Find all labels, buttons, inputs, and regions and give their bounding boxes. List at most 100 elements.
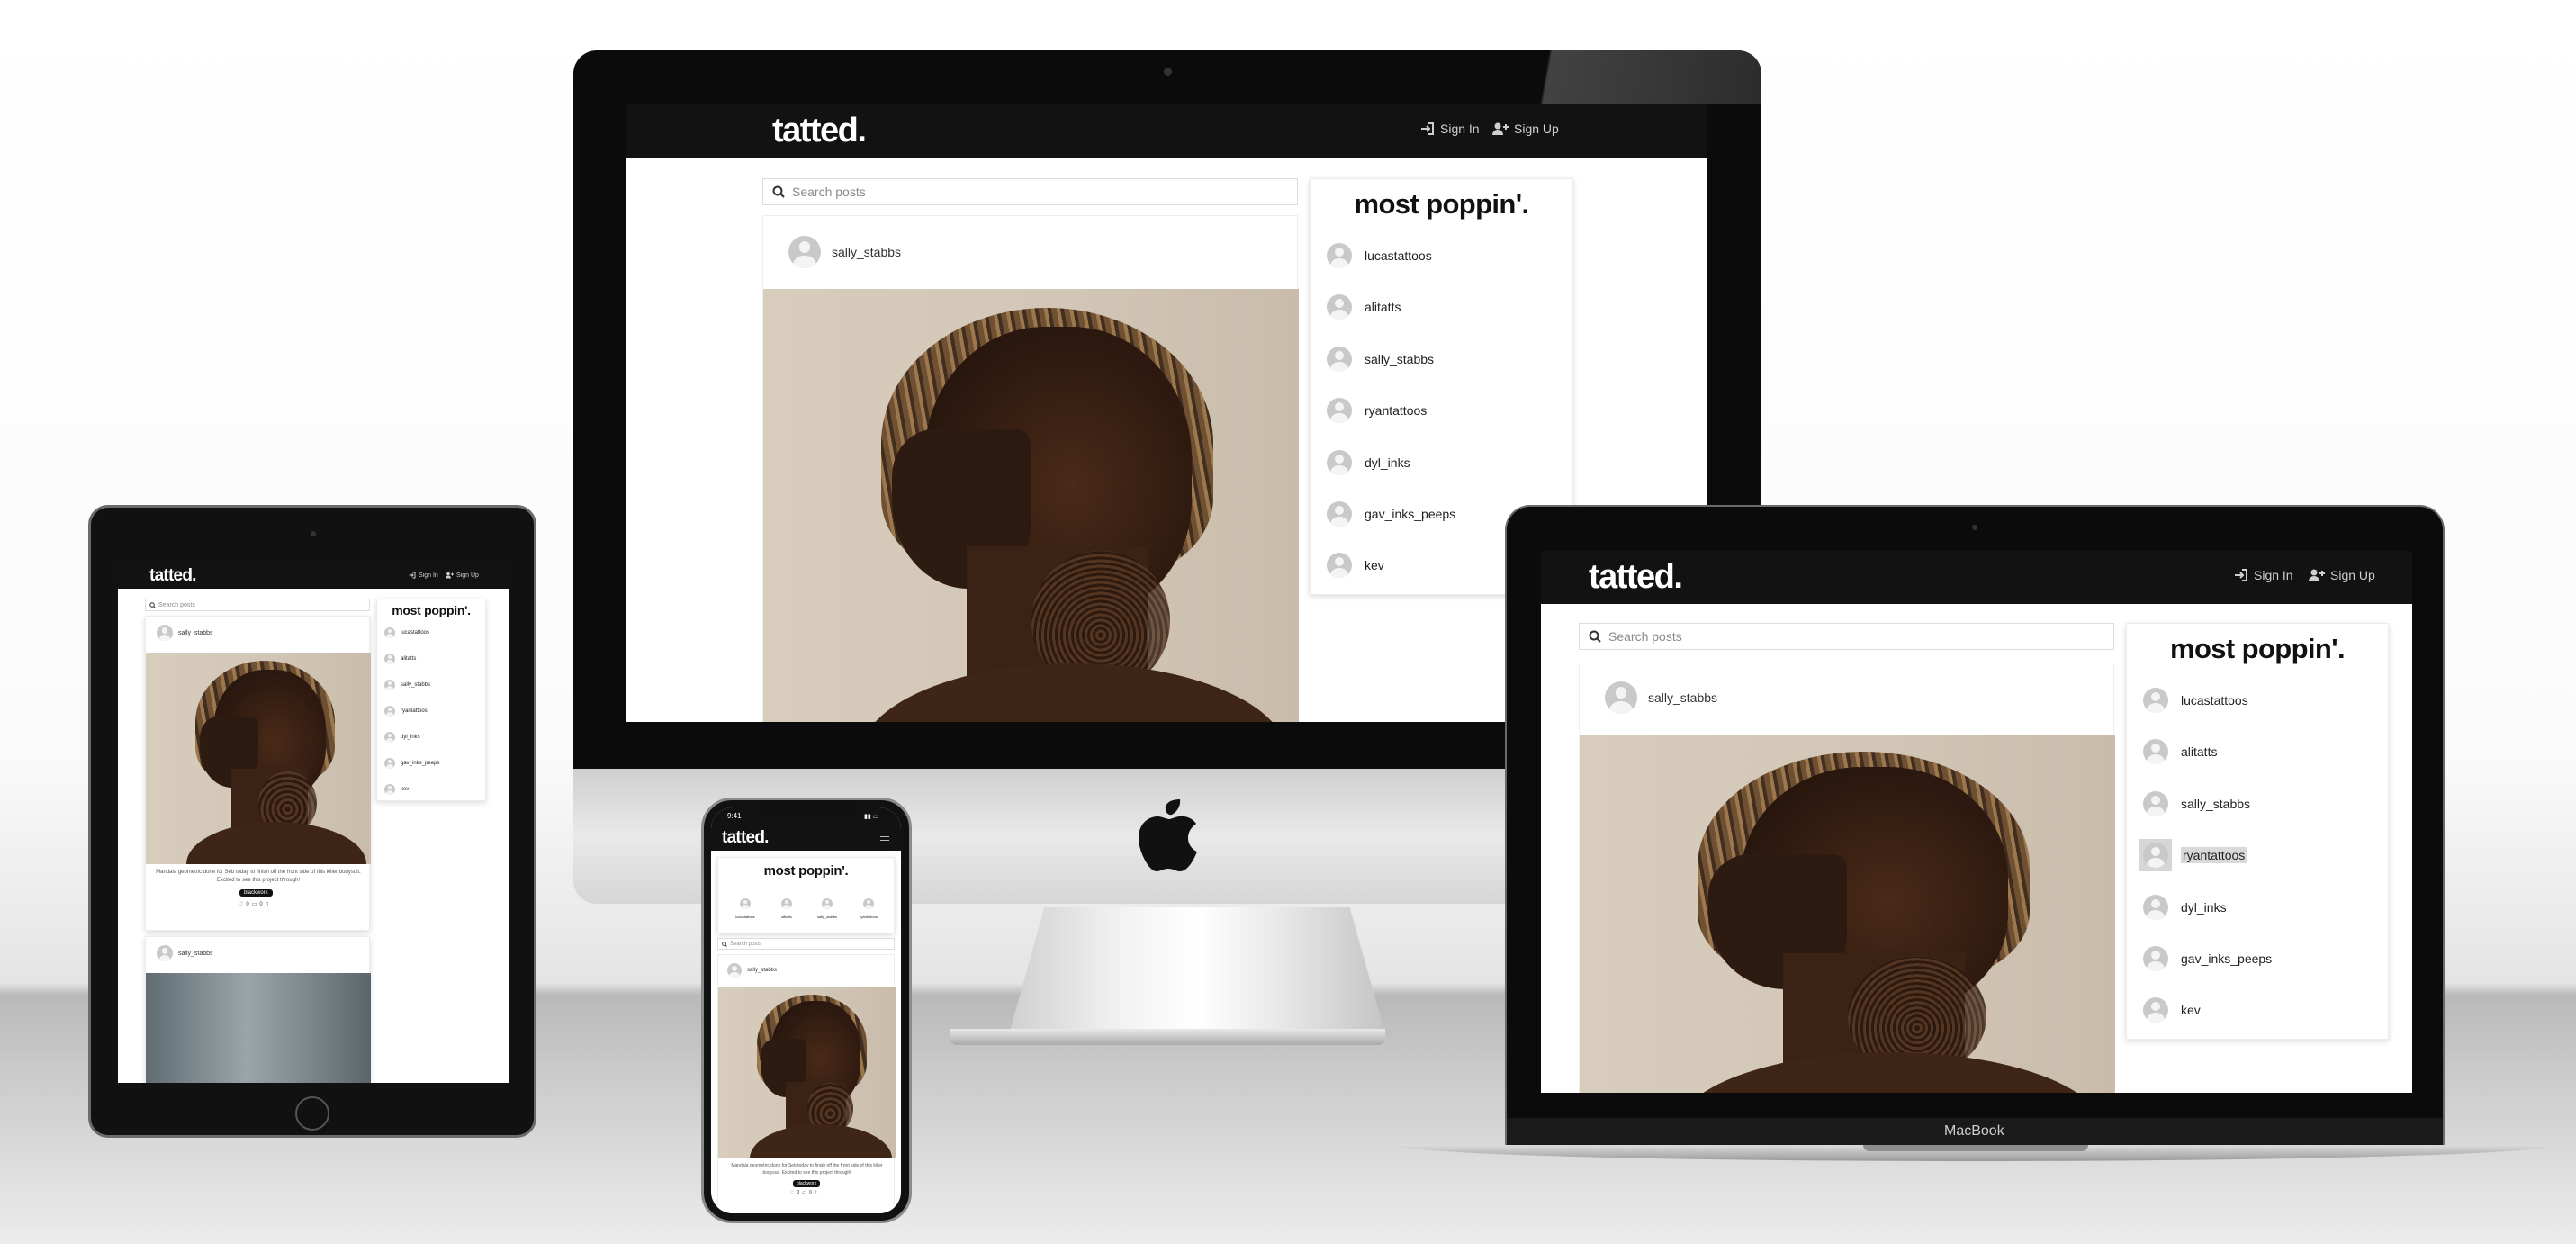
sidebar-title: most poppin'. <box>392 603 471 617</box>
heart-icon[interactable]: ♡ <box>239 901 243 907</box>
comment-count: 0 <box>259 901 263 907</box>
imac-glare <box>1494 50 1761 104</box>
profile-item[interactable]: lucastattoos <box>2143 688 2248 713</box>
macbook-label: MacBook <box>1944 1123 2004 1139</box>
like-count: 0 <box>246 901 249 907</box>
profile-name: gav_inks_peeps <box>401 761 440 766</box>
profile-item[interactable]: gav_inks_peeps <box>1327 501 1455 527</box>
profile-item[interactable]: sally_stabbs <box>2143 791 2250 816</box>
post-actions: ♡ 0 ▭ 0 ▯ <box>790 1190 817 1195</box>
profile-item[interactable]: ryantattoos <box>384 706 428 717</box>
sign-in-icon <box>1421 122 1434 135</box>
profile-item[interactable]: kev <box>1327 553 1384 578</box>
sign-up-link[interactable]: Sign Up <box>446 572 479 579</box>
heart-icon[interactable]: ♡ <box>790 1190 794 1195</box>
search-placeholder: Search posts <box>792 185 866 199</box>
post-image[interactable] <box>146 973 371 1083</box>
profile-item[interactable]: dyl_inks <box>1327 450 1410 475</box>
site-logo[interactable]: tatted. <box>722 828 769 848</box>
profile-item[interactable]: lucastattoos <box>1327 243 1432 268</box>
post-image[interactable] <box>146 653 371 864</box>
sign-in-link[interactable]: Sign In <box>1420 122 1480 136</box>
profile-name: dyl_inks <box>401 735 420 740</box>
profile-item[interactable]: alitatts <box>2143 739 2217 764</box>
profile-item[interactable]: kev <box>2143 997 2201 1023</box>
post-image[interactable] <box>718 987 896 1158</box>
profile-item[interactable]: sally_stabbs <box>811 898 843 919</box>
avatar <box>157 625 173 641</box>
post-header[interactable]: sally_stabbs <box>157 625 213 641</box>
comment-icon[interactable]: ▭ <box>802 1190 806 1195</box>
avatar <box>384 732 395 743</box>
hamburger-menu-icon[interactable] <box>880 834 889 841</box>
post-tag[interactable]: blackwork <box>239 889 273 897</box>
post-author[interactable]: sally_stabbs <box>1648 690 1717 705</box>
profile-item[interactable]: dyl_inks <box>384 732 420 743</box>
imac-camera <box>1164 68 1172 76</box>
post-image[interactable] <box>1580 735 2115 1093</box>
post-author[interactable]: sally_stabbs <box>832 245 901 259</box>
popular-profiles-strip: most poppin'. lucastattoos alitatts sall… <box>717 857 895 933</box>
search-input[interactable]: Search posts <box>717 938 895 950</box>
profile-item[interactable]: gav_inks_peeps <box>2143 946 2272 971</box>
profile-item[interactable]: kev <box>384 784 409 795</box>
avatar <box>384 706 395 717</box>
site-logo[interactable]: tatted. <box>1589 558 1683 597</box>
search-icon <box>722 941 727 947</box>
search-placeholder: Search posts <box>730 941 762 947</box>
sidebar-title: most poppin'. <box>763 863 849 879</box>
profile-item[interactable]: alitatts <box>770 898 803 919</box>
profile-name: sally_stabbs <box>401 682 431 688</box>
sign-up-label: Sign Up <box>456 572 479 579</box>
add-user-icon <box>446 572 454 579</box>
apple-logo-icon <box>1139 799 1197 871</box>
post-author[interactable]: sally_stabbs <box>747 968 777 973</box>
profile-item[interactable]: sally_stabbs <box>384 680 430 690</box>
site-logo[interactable]: tatted. <box>772 112 867 150</box>
post-card: sally_stabbs Mandala geometric done for … <box>145 616 371 931</box>
bookmark-icon[interactable]: ▯ <box>266 901 268 907</box>
search-input[interactable]: Search posts <box>762 178 1298 205</box>
sign-up-link[interactable]: Sign Up <box>1492 122 1559 136</box>
site-logo[interactable]: tatted. <box>149 566 196 586</box>
post-card: sally_stabbs <box>1579 663 2115 1093</box>
sign-up-link[interactable]: Sign Up <box>2309 568 2375 582</box>
post-header[interactable]: sally_stabbs <box>727 963 777 978</box>
bookmark-icon[interactable]: ▯ <box>815 1190 817 1195</box>
profile-item-highlighted[interactable]: ryantattoos <box>2139 839 2247 871</box>
profile-item[interactable]: lucastattoos <box>384 627 429 638</box>
post-header[interactable]: sally_stabbs <box>157 945 213 961</box>
search-input[interactable]: Search posts <box>145 599 370 611</box>
sign-in-link[interactable]: Sign In <box>409 572 438 579</box>
notch <box>756 807 856 819</box>
profile-name: alitatts <box>1365 300 1401 314</box>
ipad-screen: tatted. Sign In Sign Up Search posts sal… <box>118 563 509 1083</box>
avatar <box>727 963 742 978</box>
post-header[interactable]: sally_stabbs <box>788 236 901 268</box>
post-author[interactable]: sally_stabbs <box>178 951 213 957</box>
profile-item[interactable]: gav_inks_peeps <box>384 758 439 769</box>
add-user-icon <box>1492 122 1509 135</box>
comment-icon[interactable]: ▭ <box>252 901 257 907</box>
post-author[interactable]: sally_stabbs <box>178 630 213 636</box>
profile-item[interactable]: lucastattoos <box>729 898 761 919</box>
post-header[interactable]: sally_stabbs <box>1605 681 1717 714</box>
profile-item[interactable]: dyl_inks <box>2143 895 2227 920</box>
sign-in-label: Sign In <box>1440 122 1480 136</box>
profile-item[interactable]: alitatts <box>384 654 416 664</box>
profile-name: lucastattoos <box>735 915 755 919</box>
search-icon <box>772 185 785 198</box>
sign-in-link[interactable]: Sign In <box>2234 568 2293 582</box>
profile-item[interactable]: ryantattoos <box>1327 398 1427 423</box>
post-tag[interactable]: blackwork <box>793 1180 821 1187</box>
imac-stand-base <box>950 1029 1385 1045</box>
search-input[interactable]: Search posts <box>1579 623 2114 650</box>
profile-item[interactable]: sally_stabbs <box>1327 347 1434 372</box>
profile-name: lucastattoos <box>2181 693 2248 708</box>
ipad-home-button[interactable] <box>295 1096 329 1131</box>
post-image[interactable] <box>763 289 1299 722</box>
avatar <box>384 758 395 769</box>
profile-item[interactable]: ryantattoos <box>852 898 885 919</box>
profile-item[interactable]: alitatts <box>1327 294 1401 320</box>
sign-up-label: Sign Up <box>2330 568 2375 582</box>
